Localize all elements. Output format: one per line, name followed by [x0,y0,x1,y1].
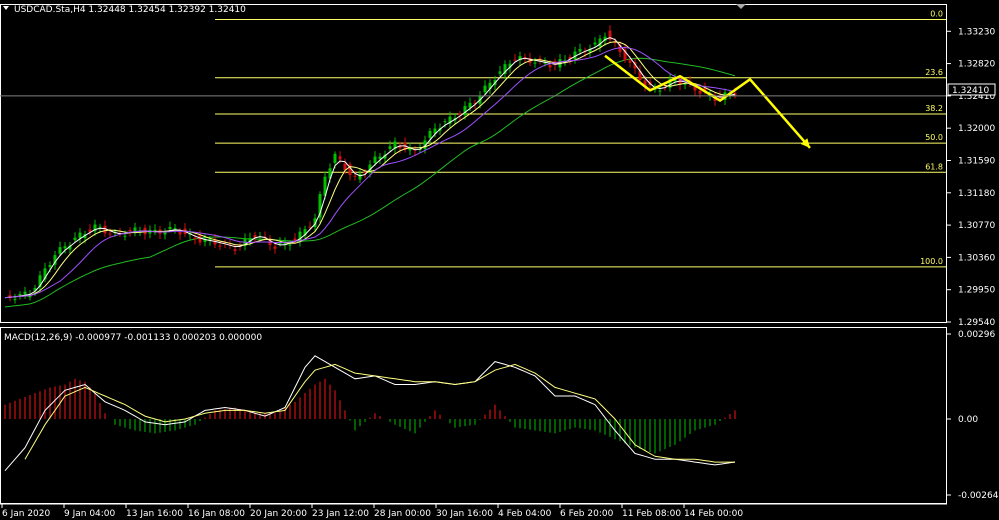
candle-body [193,237,197,240]
chart-canvas[interactable]: 0.023.638.250.061.8100.0 1.332301.328201… [0,0,999,520]
candle-body [48,265,52,267]
y-tick-label: 1.29950 [958,286,995,296]
candle-body [13,299,17,301]
candle-body [523,56,527,58]
x-tick-label: 11 Feb 08:00 [622,509,681,519]
candle-body [388,146,392,149]
y-tick-label: 1.29540 [958,318,995,328]
candle-body [338,156,342,160]
x-tick-label: 6 Feb 20:00 [560,509,614,519]
x-tick-label: 23 Jan 12:00 [312,509,369,519]
candle-body [428,130,432,138]
candle-body [358,173,362,180]
candle-body [98,226,102,228]
y-tick-label: 1.30770 [958,221,995,231]
candle-body [548,65,552,68]
candle-body [78,232,82,239]
x-tick-label: 4 Feb 04:00 [498,509,552,519]
candle-body [163,232,167,235]
candle-body [168,226,172,230]
x-tick-label: 14 Feb 00:00 [684,509,743,519]
candle-body [218,245,222,247]
fib-label: 0.0 [930,9,943,18]
candle-body [458,113,462,115]
candle-body [658,90,662,92]
fib-label: 23.6 [925,68,943,77]
fib-label: 38.2 [925,104,943,113]
macd-y-tick-label: 0.00296 [958,330,995,340]
macd-panel-frame [0,327,947,504]
y-tick-label: 1.33230 [958,27,995,37]
candle-body [498,71,502,74]
candle-body [513,59,517,61]
candle-body [593,42,597,45]
fib-label: 100.0 [920,257,943,266]
candle-body [483,85,487,93]
candlestick-series [8,25,737,304]
candle-body [18,294,22,296]
candle-body [333,153,337,163]
forecast-arrow [604,54,811,149]
macd-title: MACD(12,26,9) -0.000977 -0.001133 0.0002… [4,333,262,343]
candle-body [123,235,127,237]
candle-body [443,121,447,123]
signal-line [24,363,735,463]
macd-y-tick-label: 0.00 [958,415,978,425]
candle-body [233,249,237,251]
candle-body [288,244,292,246]
fib-label: 61.8 [925,162,943,171]
y-tick-label: 1.30360 [958,253,995,263]
y-tick-label: 1.32000 [958,124,995,134]
candle-body [128,230,132,232]
y-tick-label: 1.31590 [958,156,995,166]
macd-y-tick-label: -0.002647 [958,491,999,501]
arrow-path [604,54,811,149]
macd-line [4,355,736,472]
candle-body [353,175,357,177]
candle-body [108,233,112,235]
fib-label: 50.0 [925,133,943,142]
y-tick-label: 1.31180 [958,189,995,199]
candle-body [578,48,582,52]
x-tick-label: 28 Jan 00:00 [374,509,431,519]
x-tick-label: 6 Jan 2020 [2,509,50,519]
candle-body [628,60,632,63]
candle-body [468,102,472,108]
x-tick-label: 16 Jan 08:00 [188,509,245,519]
x-tick-label: 20 Jan 20:00 [250,509,307,519]
x-tick-label: 9 Jan 04:00 [64,509,116,519]
candle-body [198,235,202,243]
candle-body [463,106,467,116]
candle-body [23,291,27,295]
current-price-label: 1.32410 [952,86,989,96]
symbol-header: USDCAD.Sta,H4 1.32448 1.32454 1.32392 1.… [14,5,246,15]
y-tick-label: 1.32820 [958,60,995,70]
price-axis: 1.33230 1.32820 1.32410 1.32000 1.31590 1.311… [0,27,995,328]
x-tick-label: 13 Jan 16:00 [126,509,183,519]
candle-body [533,62,537,64]
candle-body [308,226,312,228]
x-tick-label: 30 Jan 16:00 [436,509,493,519]
candle-body [273,246,277,249]
candle-body [173,228,177,230]
candle-body [373,156,377,163]
candle-body [58,247,62,254]
candle-body [698,90,702,94]
triangle-down-icon[interactable] [3,6,9,10]
candle-body [178,231,182,235]
candle-body [63,246,67,249]
time-axis: 6 Jan 2020 9 Jan 04:00 13 Jan 16:00 16 Jan … [1,504,743,519]
candle-body [73,237,77,241]
scroll-end-marker[interactable] [736,4,746,9]
price-panel-frame [0,4,947,323]
macd-indicator: 0.00296 0.00 -0.002647 [4,330,999,501]
